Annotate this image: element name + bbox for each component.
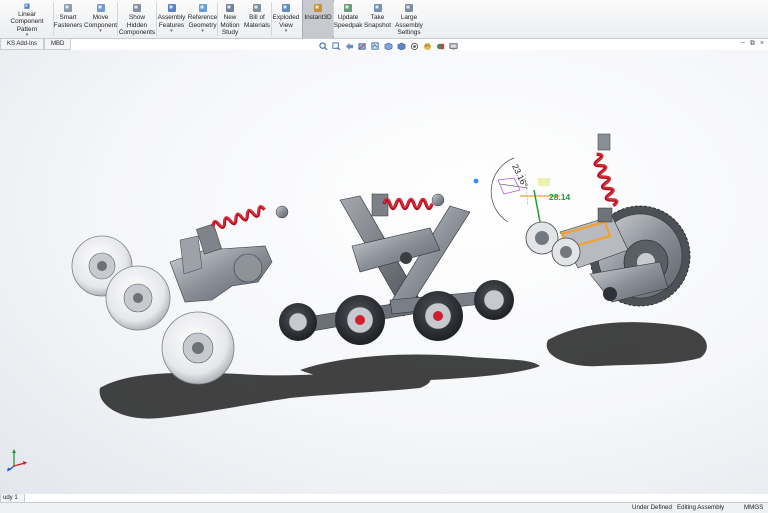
show-hidden-icon — [133, 4, 141, 12]
speedpak-icon — [344, 4, 352, 12]
assembly-features-icon — [167, 4, 176, 12]
smart-fasteners-button[interactable]: Smart Fasteners — [54, 0, 82, 38]
motion-study-icon — [226, 4, 234, 12]
ribbon-button-label: Bill of Materials — [244, 14, 270, 29]
ribbon-separator — [217, 2, 218, 36]
linear-pattern-icon — [24, 3, 30, 9]
right-hub-assembly[interactable] — [525, 133, 691, 307]
angle-dimension[interactable]: 23.16° — [510, 162, 530, 189]
dropdown-arrow-icon[interactable]: ▾ — [285, 29, 288, 34]
tab-mbd[interactable]: MBD — [44, 39, 72, 50]
motion-study-button[interactable]: New Motion Study — [218, 0, 242, 38]
move-component-button[interactable]: Move Component ▾ — [84, 0, 117, 38]
snapshot-icon — [373, 4, 382, 12]
ribbon-button-label: Smart Fasteners — [53, 14, 83, 29]
speedpak-button[interactable]: Update Speedpak — [334, 0, 362, 38]
ribbon-button-label: Reference Geometry — [187, 14, 218, 29]
middle-linkage-assembly[interactable] — [279, 193, 514, 345]
ribbon-button-label: Update Speedpak — [333, 14, 363, 29]
bill-of-materials-icon — [253, 4, 261, 12]
status-bar: Under Defined Editing Assembly MMGS — [0, 502, 768, 513]
ribbon-button-label: Instant3D — [304, 14, 332, 21]
instant3d-manipulator[interactable]: 23.16° 28.14 — [473, 157, 571, 223]
dropdown-arrow-icon[interactable]: ▾ — [170, 29, 173, 34]
move-component-icon — [96, 4, 105, 12]
ribbon-separator — [333, 2, 334, 36]
drag-handle-dot[interactable] — [473, 178, 479, 184]
ribbon-button-label: Show Hidden Components — [118, 14, 156, 36]
ribbon-separator — [117, 2, 118, 36]
ribbon-separator — [271, 2, 272, 36]
tab-ks-add-ins[interactable]: KS Add-Ins — [0, 39, 45, 50]
restore-button[interactable]: ⧉ — [750, 40, 755, 48]
minimize-button[interactable]: − — [741, 40, 745, 48]
linear-pattern-button[interactable]: Linear Component Pattern ▾ — [2, 0, 52, 38]
assembly-features-button[interactable]: Assembly Features ▾ — [157, 0, 186, 38]
close-button[interactable]: × — [760, 40, 764, 48]
smart-fasteners-icon — [64, 4, 72, 12]
exploded-view-button[interactable]: Exploded View ▾ — [272, 0, 300, 38]
ribbon-button-label: Large Assembly Settings — [395, 14, 423, 36]
coordinate-triad-icon — [7, 449, 27, 472]
command-manager-ribbon: Linear Component Pattern ▾ Smart Fasteners… — [0, 0, 768, 39]
large-assembly-button[interactable]: Large Assembly Settings — [393, 0, 425, 38]
reference-geometry-button[interactable]: Reference Geometry ▾ — [188, 0, 217, 38]
left-wheel-assembly[interactable] — [71, 205, 289, 385]
ribbon-separator — [156, 2, 157, 36]
distance-dimension[interactable]: 28.14 — [549, 192, 571, 202]
graphics-area[interactable]: 23.16° 28.14 — [0, 50, 768, 494]
ribbon-button-label: New Motion Study — [220, 14, 240, 36]
snapshot-button[interactable]: Take Snapshot — [364, 0, 391, 38]
large-assembly-icon — [405, 4, 413, 12]
show-hidden-button[interactable]: Show Hidden Components — [118, 0, 156, 38]
instant3d-button[interactable]: Instant3D — [302, 0, 334, 38]
dropdown-arrow-icon[interactable]: ▾ — [201, 29, 204, 34]
ribbon-button-label: Assembly Features — [157, 14, 186, 29]
ribbon-button-label: Take Snapshot — [364, 14, 392, 29]
ribbon-button-label: Exploded View — [272, 14, 300, 29]
assembly-scene[interactable]: 23.16° 28.14 — [0, 50, 768, 494]
ribbon-button-label: Move Component — [83, 14, 118, 29]
ribbon-separator — [53, 2, 54, 36]
dropdown-arrow-icon[interactable]: ▾ — [99, 29, 102, 34]
window-controls: − ⧉ × — [741, 40, 764, 48]
exploded-view-icon — [282, 4, 290, 12]
dropdown-arrow-icon[interactable]: ▾ — [26, 33, 29, 38]
reference-geometry-icon — [198, 4, 207, 12]
bill-of-materials-button[interactable]: Bill of Materials — [244, 0, 270, 38]
command-manager-tabs: KS Add-Ins MBD — [0, 39, 72, 50]
instant3d-icon — [314, 4, 322, 12]
ribbon-button-label: Linear Component Pattern — [10, 10, 44, 33]
